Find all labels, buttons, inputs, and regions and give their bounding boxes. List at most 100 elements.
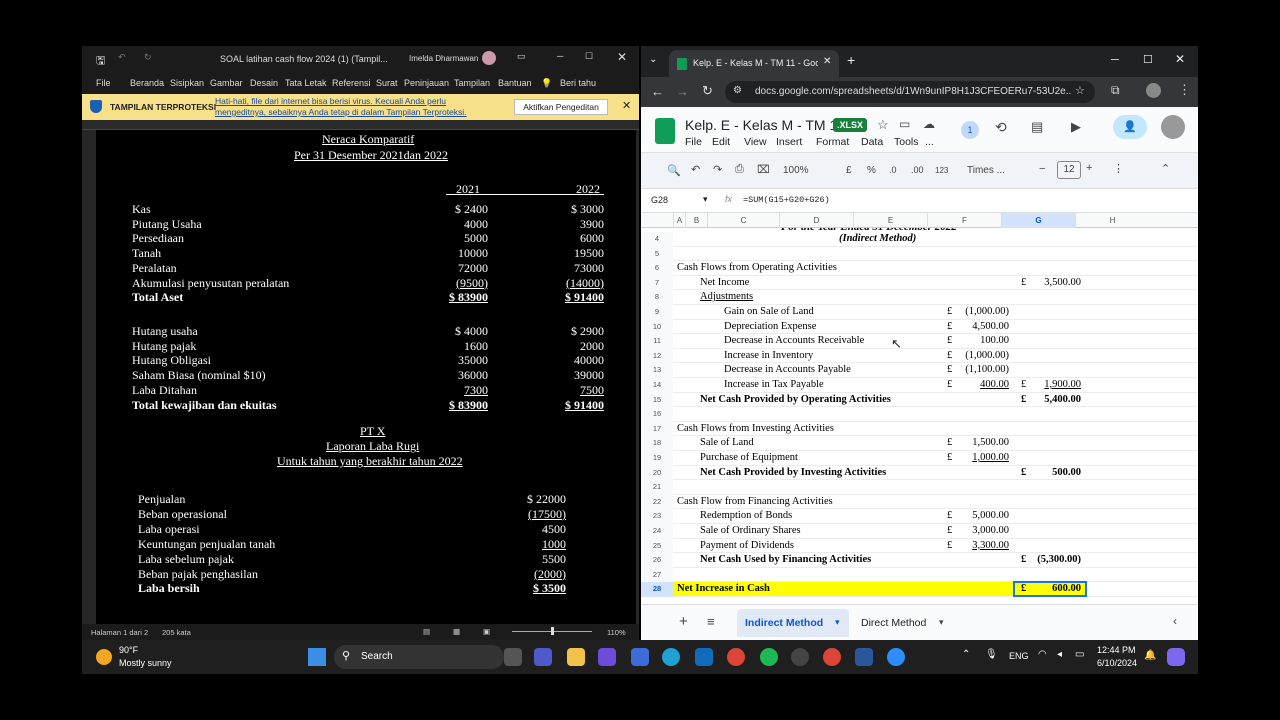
- column-header-g[interactable]: G: [1001, 213, 1075, 228]
- menu-data[interactable]: Data: [861, 136, 883, 148]
- cell-b[interactable]: Payment of Dividends: [700, 539, 794, 553]
- cell-f-value[interactable]: 400.00: [951, 378, 1009, 392]
- row-number[interactable]: 7: [641, 275, 673, 291]
- percent-format-button[interactable]: %: [867, 165, 876, 176]
- read-mode-icon[interactable]: ▤: [423, 627, 430, 636]
- cell-b[interactable]: Sale of Ordinary Shares: [700, 524, 801, 538]
- language-indicator[interactable]: ENG: [1009, 651, 1029, 661]
- sheet-row[interactable]: 25 Payment of Dividends £3,300.00: [641, 538, 1198, 554]
- clock-time[interactable]: 12:44 PM: [1097, 645, 1136, 655]
- cell-g-value[interactable]: 3,500.00: [1025, 276, 1081, 290]
- clock-date[interactable]: 6/10/2024: [1097, 658, 1137, 668]
- row-number[interactable]: 14: [641, 378, 673, 393]
- sheet-row[interactable]: 9 Gain on Sale of Land £ (1,000.00): [641, 305, 1198, 320]
- cell-a[interactable]: Cash Flows from Investing Activities: [677, 422, 834, 436]
- cell-b[interactable]: Sale of Land: [700, 436, 754, 450]
- menu-file[interactable]: File: [96, 78, 111, 88]
- row-number[interactable]: 11: [641, 334, 673, 349]
- menu-peninjauan[interactable]: Peninjauan: [404, 78, 449, 88]
- font-select[interactable]: Times ...: [967, 165, 1005, 176]
- increase-decimal-button[interactable]: .00: [911, 165, 924, 175]
- sheet-row[interactable]: 12 Increase in Inventory £ (1,000.00): [641, 348, 1198, 364]
- column-header-c[interactable]: C: [707, 213, 779, 228]
- menu-bantuan[interactable]: Bantuan: [498, 78, 532, 88]
- collapse-sheets-icon[interactable]: ‹: [1173, 614, 1177, 628]
- sheet-row[interactable]: 22 Cash Flow from Financing Activities: [641, 494, 1198, 510]
- row-number[interactable]: 25: [641, 538, 673, 554]
- chrome-icon[interactable]: [727, 648, 745, 666]
- sheet-row[interactable]: 6 Cash Flows from Operating Activities: [641, 261, 1198, 276]
- close-icon[interactable]: ✕: [1175, 52, 1185, 66]
- menu-edit[interactable]: Edit: [712, 136, 730, 148]
- cell-f-value[interactable]: (1,100.00): [951, 363, 1009, 377]
- teams-icon[interactable]: [534, 648, 552, 666]
- cell-c[interactable]: Gain on Sale of Land: [724, 305, 814, 319]
- menu-referensi[interactable]: Referensi: [332, 78, 371, 88]
- maximize-icon[interactable]: ☐: [1143, 53, 1153, 66]
- all-sheets-icon[interactable]: ≡: [707, 614, 715, 629]
- web-layout-icon[interactable]: ▣: [483, 627, 490, 636]
- row-number[interactable]: 19: [641, 451, 673, 466]
- tab-close-icon[interactable]: ✕: [823, 56, 831, 67]
- search-icon[interactable]: 🔍: [667, 164, 681, 177]
- cell-g-value[interactable]: (5,300.00): [1025, 553, 1081, 567]
- menu-beranda[interactable]: Beranda: [130, 78, 164, 88]
- sheet-row[interactable]: 8 Adjustments: [641, 290, 1198, 305]
- formula-input[interactable]: =SUM(G15+G20+G26): [743, 195, 830, 205]
- cell-c[interactable]: Decrease in Accounts Payable: [724, 363, 851, 377]
- notification-bell-icon[interactable]: 🔔: [1144, 650, 1156, 661]
- cell-g-value[interactable]: 500.00: [1025, 466, 1081, 480]
- cell-f-value[interactable]: (1,000.00): [951, 349, 1009, 363]
- row-number[interactable]: 12: [641, 348, 673, 364]
- chevron-down-icon[interactable]: ▾: [835, 617, 840, 628]
- row-number[interactable]: 22: [641, 494, 673, 510]
- zoom-icon[interactable]: [887, 648, 905, 666]
- profile-icon[interactable]: [1146, 83, 1161, 98]
- row-number[interactable]: 8: [641, 290, 673, 305]
- row-number[interactable]: 21: [641, 480, 673, 495]
- pen-app-icon[interactable]: [631, 648, 649, 666]
- cell-c[interactable]: Decrease in Accounts Receivable: [724, 334, 864, 348]
- copilot-tray-icon[interactable]: [1167, 648, 1185, 666]
- sheet-tab-indirect[interactable]: Indirect Method ▾: [737, 609, 849, 637]
- column-header-d[interactable]: D: [779, 213, 853, 228]
- cell-c[interactable]: Depreciation Expense: [724, 320, 816, 334]
- cell-a[interactable]: Net Increase in Cash: [677, 582, 770, 596]
- cell-a[interactable]: Cash Flow from Financing Activities: [677, 495, 833, 509]
- font-size-input[interactable]: 12: [1057, 161, 1081, 179]
- avatar[interactable]: [482, 51, 496, 65]
- cell-f-value[interactable]: 3,300.00: [951, 539, 1009, 553]
- task-view-icon[interactable]: [504, 648, 522, 666]
- cell-c[interactable]: Increase in Tax Payable: [724, 378, 824, 392]
- sheet-row[interactable]: 11 Decrease in Accounts Receivable £100.00: [641, 334, 1198, 349]
- cell-c[interactable]: Increase in Inventory: [724, 349, 813, 363]
- cell-b[interactable]: Purchase of Equipment: [700, 451, 798, 465]
- row-number[interactable]: 23: [641, 509, 673, 524]
- column-header-e[interactable]: E: [853, 213, 927, 228]
- cell-b[interactable]: Net Income: [700, 276, 749, 290]
- menu-tampilan[interactable]: Tampilan: [454, 78, 490, 88]
- sheet-row[interactable]: 13 Decrease in Accounts Payable £ (1,100.00…: [641, 363, 1198, 378]
- forward-icon[interactable]: →: [676, 84, 689, 99]
- name-box-dropdown-icon[interactable]: ▾: [703, 194, 708, 205]
- currency-format-button[interactable]: £: [846, 165, 852, 176]
- more-options-icon[interactable]: ⋮: [1113, 162, 1124, 175]
- browser-tab[interactable]: Kelp. E - Kelas M - TM 11 - Goo ✕: [669, 50, 839, 77]
- minimize-icon[interactable]: ─: [1111, 54, 1119, 66]
- media-player-icon[interactable]: [791, 648, 809, 666]
- sheet-row[interactable]: 24 Sale of Ordinary Shares £3,000.00: [641, 524, 1198, 539]
- sheets-logo-icon[interactable]: [655, 118, 675, 144]
- row-number[interactable]: 9: [641, 305, 673, 320]
- cell-g-value[interactable]: 5,400.00: [1025, 393, 1081, 407]
- decrease-decimal-button[interactable]: .0: [889, 165, 897, 175]
- menu-gambar[interactable]: Gambar: [210, 78, 243, 88]
- chrome-profile-icon[interactable]: [823, 648, 841, 666]
- sheet-row[interactable]: 18 Sale of Land £1,500.00: [641, 436, 1198, 451]
- comment-icon[interactable]: ▤: [1031, 119, 1043, 135]
- sheet-row[interactable]: 16: [641, 407, 1198, 422]
- extensions-icon[interactable]: ⧉: [1111, 83, 1120, 98]
- row-number[interactable]: 5: [641, 246, 673, 262]
- paint-format-icon[interactable]: ⌧: [757, 163, 770, 176]
- bookmark-star-icon[interactable]: ☆: [1075, 84, 1085, 97]
- row-number[interactable]: 20: [641, 465, 673, 481]
